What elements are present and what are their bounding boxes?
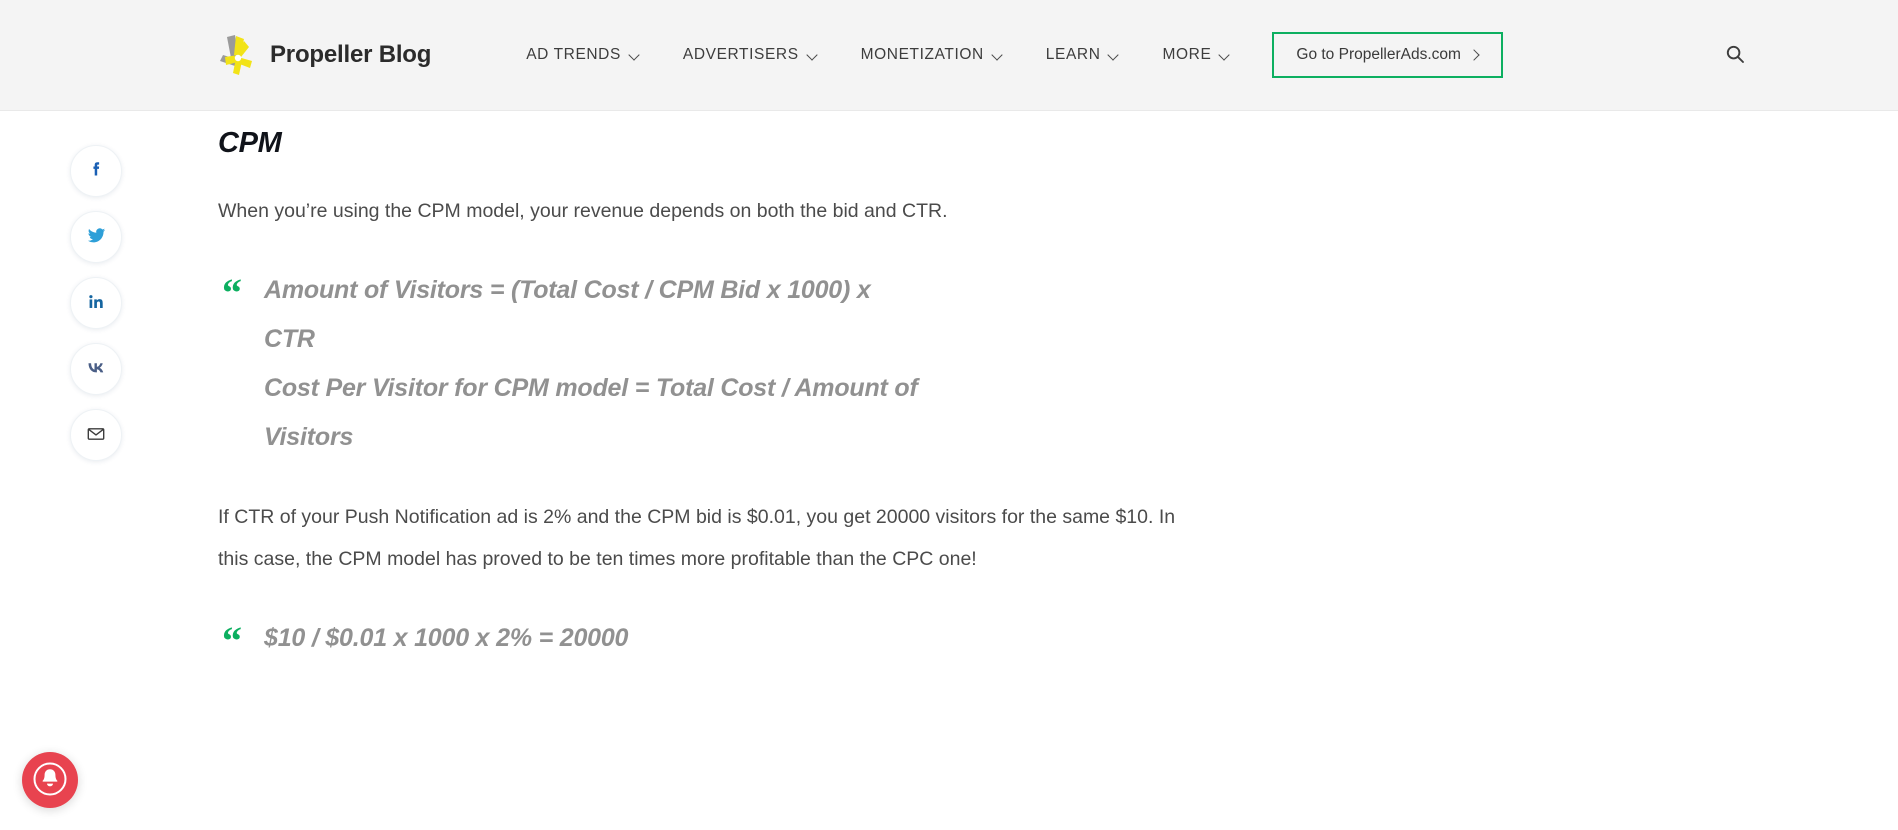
chevron-down-icon — [993, 50, 1004, 61]
chevron-down-icon — [630, 50, 641, 61]
nav-item-ad-trends[interactable]: AD TRENDS — [505, 35, 662, 75]
nav-item-label: MORE — [1162, 46, 1212, 63]
share-email-button[interactable] — [70, 409, 122, 461]
article-paragraph-2: If CTR of your Push Notification ad is 2… — [218, 506, 1176, 570]
nav-item-more[interactable]: MORE — [1141, 35, 1252, 75]
main-navigation: AD TRENDS ADVERTISERS MONETIZATION LEARN… — [505, 32, 1503, 78]
section-heading-cpm: CPM — [218, 127, 282, 159]
nav-item-label: LEARN — [1045, 46, 1101, 63]
nav-item-learn[interactable]: LEARN — [1025, 35, 1142, 75]
twitter-icon — [85, 224, 108, 250]
nav-item-label: MONETIZATION — [860, 46, 984, 63]
bell-icon — [30, 759, 70, 802]
vk-icon — [84, 356, 108, 383]
social-share-rail — [70, 145, 122, 461]
chevron-down-icon — [1109, 50, 1120, 61]
propeller-logo-icon — [214, 31, 260, 79]
share-twitter-button[interactable] — [70, 211, 122, 263]
linkedin-icon — [85, 291, 107, 316]
nav-item-monetization[interactable]: MONETIZATION — [840, 35, 1025, 75]
go-to-propellerads-button[interactable]: Go to PropellerAds.com — [1272, 32, 1503, 78]
share-facebook-button[interactable] — [70, 145, 122, 197]
quote-mark-icon: “ — [222, 270, 242, 315]
site-brand-link[interactable]: Propeller Blog — [214, 31, 431, 79]
article-paragraph-1: When you’re using the CPM model, your re… — [218, 200, 948, 222]
blockquote-line: Amount of Visitors = (Total Cost / CPM B… — [264, 276, 871, 304]
chevron-down-icon — [1220, 50, 1231, 61]
article-content: CPM When you’re using the CPM model, you… — [218, 111, 1218, 697]
facebook-icon — [85, 159, 107, 184]
quote-mark-icon: “ — [222, 618, 242, 663]
search-icon — [1725, 44, 1745, 67]
cta-label: Go to PropellerAds.com — [1296, 46, 1461, 63]
site-brand-title: Propeller Blog — [270, 41, 432, 68]
nav-item-advertisers[interactable]: ADVERTISERS — [662, 35, 840, 75]
blockquote-text: Amount of Visitors = (Total Cost / CPM B… — [264, 266, 918, 462]
email-icon — [85, 423, 107, 448]
notification-bell-button[interactable] — [22, 752, 78, 808]
site-header: Propeller Blog AD TRENDS ADVERTISERS MON… — [0, 0, 1898, 111]
share-linkedin-button[interactable] — [70, 277, 122, 329]
blockquote-formula-1: “ Amount of Visitors = (Total Cost / CPM… — [218, 266, 1218, 462]
blockquote-text: $10 / $0.01 x 1000 x 2% = 20000 — [264, 614, 628, 663]
blockquote-line: Cost Per Visitor for CPM model = Total C… — [264, 374, 918, 402]
nav-item-label: ADVERTISERS — [682, 46, 799, 63]
blockquote-line: Visitors — [264, 423, 354, 451]
blockquote-line: $10 / $0.01 x 1000 x 2% = 20000 — [264, 624, 629, 652]
chevron-down-icon — [808, 50, 819, 61]
chevron-right-icon — [1470, 51, 1479, 60]
search-button[interactable] — [1718, 38, 1752, 72]
share-vk-button[interactable] — [70, 343, 122, 395]
nav-item-label: AD TRENDS — [526, 46, 621, 63]
blockquote-line: CTR — [264, 325, 315, 353]
blockquote-formula-2: “ $10 / $0.01 x 1000 x 2% = 20000 — [218, 614, 1218, 663]
